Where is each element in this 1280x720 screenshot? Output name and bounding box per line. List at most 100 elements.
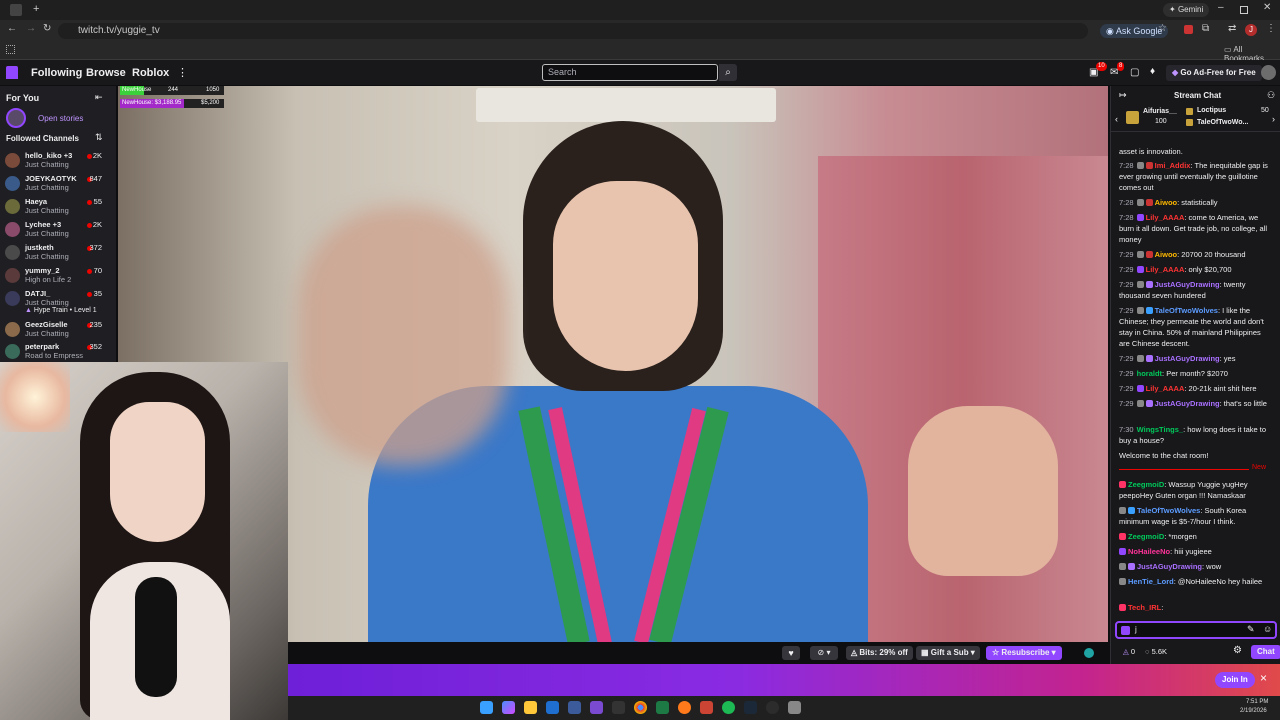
- magic-icon[interactable]: ✎: [1247, 624, 1255, 635]
- message-user[interactable]: WingsTings_: [1137, 425, 1183, 434]
- maximize-icon[interactable]: [1240, 6, 1248, 14]
- sort-icon[interactable]: ⇅: [95, 132, 103, 143]
- sidebar-channel[interactable]: Lychee +3 Just Chatting 2K: [0, 219, 116, 241]
- chat-input[interactable]: j ✎ ☺: [1115, 621, 1277, 639]
- message-time: 7:29: [1119, 369, 1134, 378]
- message-user[interactable]: JustAGuyDrawing: [1155, 280, 1220, 289]
- message-user[interactable]: Aiwoo: [1155, 198, 1178, 207]
- nav-roblox[interactable]: Roblox: [132, 67, 169, 79]
- message-user[interactable]: JustAGuyDrawing: [1137, 562, 1202, 571]
- message-user[interactable]: Tech_IRL: [1128, 603, 1161, 612]
- copilot-icon[interactable]: [502, 701, 515, 714]
- puzzle-icon[interactable]: ⧉: [1202, 23, 1209, 34]
- nav-browse[interactable]: Browse: [86, 67, 126, 79]
- sidebar-channel[interactable]: yummy_2 High on Life 2 70: [0, 265, 116, 287]
- outlook-icon[interactable]: [546, 701, 559, 714]
- emote-icon[interactable]: ☺: [1263, 624, 1272, 634]
- inventory-icon[interactable]: ▢: [1130, 67, 1139, 78]
- live-dot: [87, 269, 92, 274]
- message-user[interactable]: ZeegmoiD: [1128, 532, 1164, 541]
- reload-icon[interactable]: ↻: [43, 23, 51, 34]
- bits-button[interactable]: ◬ Bits: 29% off: [846, 646, 913, 660]
- browser-menu-icon[interactable]: ⋮: [1266, 23, 1276, 34]
- minimize-icon[interactable]: –: [1218, 2, 1224, 13]
- message-user[interactable]: TaleOfTwoWolves: [1137, 506, 1200, 515]
- app-icon[interactable]: [590, 701, 603, 714]
- message-user[interactable]: HenTie_Lord: [1128, 577, 1174, 586]
- new-tab-icon[interactable]: +: [33, 3, 39, 15]
- snipping-icon[interactable]: [568, 701, 581, 714]
- star-icon[interactable]: ☆: [1158, 23, 1167, 34]
- back-icon[interactable]: ←: [7, 23, 17, 34]
- firefox-icon[interactable]: [678, 701, 691, 714]
- message-user[interactable]: horaldt: [1137, 369, 1162, 378]
- message-user[interactable]: Lily_AAAA: [1146, 384, 1185, 393]
- sidebar-channel[interactable]: Haeya Just Chatting 55: [0, 196, 116, 218]
- obs-icon[interactable]: [766, 701, 779, 714]
- app-icon[interactable]: [700, 701, 713, 714]
- sidebar-channel[interactable]: hello_kiko +3 Just Chatting 2K: [0, 150, 116, 172]
- resubscribe-button[interactable]: ☆ Resubscribe ▾: [986, 646, 1062, 660]
- gemini-label: Gemini: [1177, 5, 1204, 14]
- chat-settings-icon[interactable]: ⚙: [1233, 645, 1242, 656]
- message-user[interactable]: JustAGuyDrawing: [1155, 354, 1220, 363]
- start-icon[interactable]: [480, 701, 493, 714]
- user-avatar[interactable]: [1261, 65, 1276, 80]
- sidebar-channel[interactable]: justketh Just Chatting 372: [0, 242, 116, 264]
- url-field[interactable]: twitch.tv/yuggie_tv: [58, 23, 1088, 39]
- collapse-chat-icon[interactable]: ↦: [1119, 90, 1127, 101]
- sidebar-channel[interactable]: JOEYKAOTYK Just Chatting 847: [0, 173, 116, 195]
- message-user[interactable]: TaleOfTwoWolves: [1155, 306, 1218, 315]
- sidebar-channel[interactable]: GeezGiselle Just Chatting 235: [0, 319, 116, 341]
- message-user[interactable]: Imi_Addix: [1155, 161, 1191, 170]
- channel-name: peterpark: [25, 342, 60, 351]
- menu-lines-icon[interactable]: ⇄: [1228, 23, 1236, 34]
- search-button[interactable]: ⌕: [719, 64, 737, 81]
- apps-icon[interactable]: [6, 45, 15, 54]
- stories-avatar[interactable]: [6, 108, 26, 128]
- spotify-icon[interactable]: [722, 701, 735, 714]
- follow-heart-button[interactable]: ♥: [782, 646, 800, 660]
- excel-icon[interactable]: [656, 701, 669, 714]
- hype-icon[interactable]: [1084, 648, 1094, 658]
- channel-points[interactable]: ◌ 5.6K: [1145, 647, 1167, 656]
- steam-icon[interactable]: [744, 701, 757, 714]
- chrome-icon[interactable]: [634, 701, 647, 714]
- join-in-button[interactable]: Join In: [1215, 672, 1255, 688]
- chat-send-button[interactable]: Chat: [1251, 645, 1280, 659]
- collapse-sidebar-icon[interactable]: ⇤: [95, 92, 103, 103]
- tab-icon[interactable]: [10, 4, 22, 16]
- chevron-left-icon[interactable]: ‹: [1115, 114, 1118, 124]
- twitch-logo-icon[interactable]: [6, 66, 18, 79]
- sidebar-channel[interactable]: DATJI_ Just Chatting 35 ▲ Hype Train • L…: [0, 288, 116, 318]
- message-user[interactable]: Lily_AAAA: [1146, 213, 1185, 222]
- app-icon[interactable]: [788, 701, 801, 714]
- chevron-right-icon[interactable]: ›: [1272, 114, 1275, 124]
- viewer-count: 2K: [92, 151, 102, 160]
- goal-1-target: 1050: [206, 87, 220, 93]
- more-icon[interactable]: ⋮: [177, 66, 188, 79]
- gift-sub-button[interactable]: ▦ Gift a Sub ▾: [916, 646, 980, 660]
- message-user[interactable]: ZeegmoiD: [1128, 480, 1164, 489]
- terminal-icon[interactable]: [612, 701, 625, 714]
- message-user[interactable]: JustAGuyDrawing: [1155, 399, 1220, 408]
- forward-icon[interactable]: →: [26, 23, 36, 34]
- open-stories-link[interactable]: Open stories: [38, 114, 83, 123]
- search-input[interactable]: Search: [542, 64, 718, 81]
- go-ad-free-button[interactable]: ◆ Go Ad-Free for Free: [1166, 65, 1262, 81]
- gemini-button[interactable]: ✦ Gemini: [1163, 3, 1210, 17]
- nav-following[interactable]: Following: [31, 67, 82, 79]
- users-icon[interactable]: ⚇: [1267, 90, 1275, 101]
- chat-identity-icon[interactable]: [1121, 626, 1130, 635]
- message-user[interactable]: NoHaileeNo: [1128, 547, 1170, 556]
- close-window-icon[interactable]: ✕: [1263, 2, 1271, 13]
- extension-icon[interactable]: [1184, 25, 1193, 34]
- explorer-icon[interactable]: [524, 701, 537, 714]
- close-banner-icon[interactable]: ×: [1260, 671, 1267, 685]
- profile-avatar[interactable]: J: [1245, 24, 1257, 36]
- message-user[interactable]: Lily_AAAA: [1146, 265, 1185, 274]
- prime-icon[interactable]: ♦: [1150, 66, 1155, 77]
- message-user[interactable]: Aiwoo: [1155, 250, 1178, 259]
- sidebar-channel[interactable]: peterpark Road to Empress 352: [0, 341, 116, 363]
- notifications-toggle-button[interactable]: ⊘ ▾: [810, 646, 838, 660]
